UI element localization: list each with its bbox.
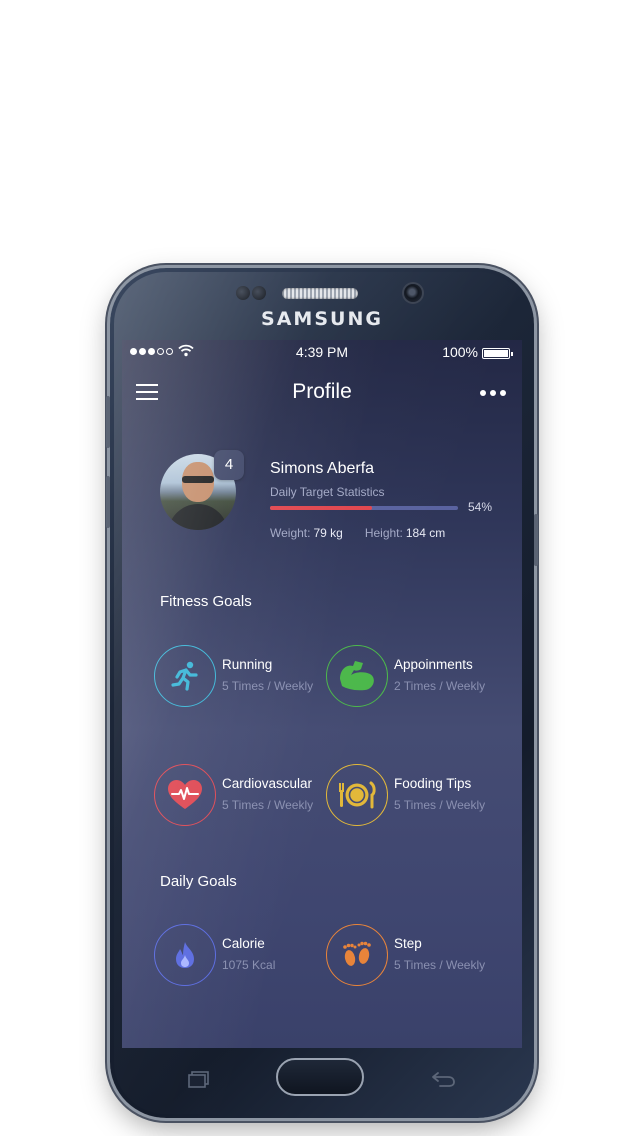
goal-calorie[interactable]: Calorie 1075 Kcal [154, 924, 326, 988]
goal-title: Fooding Tips [394, 776, 472, 791]
profile-card: 4 Simons Aberfa Daily Target Statistics … [122, 424, 522, 564]
home-button[interactable] [276, 1058, 364, 1096]
goal-subtitle: 2 Times / Weekly [394, 679, 486, 693]
light-sensor [252, 286, 266, 300]
goal-fooding-tips[interactable]: Fooding Tips 5 Times / Weekly [326, 764, 498, 828]
volume-up-button [106, 396, 110, 448]
goal-title: Appoinments [394, 657, 473, 672]
goal-subtitle: 5 Times / Weekly [394, 958, 486, 972]
brand-logo: SAMSUNG [261, 308, 383, 330]
battery-icon [482, 348, 513, 359]
goal-cardiovascular[interactable]: Cardiovascular 5 Times / Weekly [154, 764, 326, 828]
height-label: Height: [364, 526, 403, 540]
target-label: Daily Target Statistics [270, 485, 385, 499]
target-progress-percent: 54% [468, 500, 493, 514]
body-stats: Weight: 79 kg Height: 184 cm [270, 526, 445, 540]
target-progress-fill [270, 506, 372, 510]
goal-subtitle: 5 Times / Weekly [222, 679, 314, 693]
goal-subtitle: 5 Times / Weekly [394, 798, 486, 812]
footprints-icon [326, 924, 388, 986]
target-progress-bar [270, 506, 458, 510]
goal-title: Step [394, 936, 422, 951]
weight-value: 79 kg [313, 526, 343, 540]
user-name: Simons Aberfa [270, 460, 375, 477]
power-button [534, 514, 538, 566]
battery-percent: 100% [442, 344, 478, 360]
weight-label: Weight: [270, 526, 311, 540]
goal-appoinments[interactable]: Appoinments 2 Times / Weekly [326, 645, 498, 709]
goal-subtitle: 5 Times / Weekly [222, 798, 314, 812]
goal-running[interactable]: Running 5 Times / Weekly [154, 645, 326, 709]
front-camera [404, 284, 422, 302]
earpiece-speaker [282, 288, 358, 299]
fitness-goals-title: Fitness Goals [160, 593, 252, 610]
goal-title: Running [222, 657, 273, 672]
goal-step[interactable]: Step 5 Times / Weekly [326, 924, 498, 988]
volume-down-button [106, 476, 110, 528]
goal-subtitle: 1075 Kcal [222, 958, 276, 972]
muscle-arm-icon [326, 645, 388, 707]
goal-title: Cardiovascular [222, 776, 313, 791]
back-icon[interactable] [430, 1070, 456, 1088]
daily-goals-title: Daily Goals [160, 873, 237, 890]
height-value: 184 cm [405, 526, 446, 540]
goal-title: Calorie [222, 936, 265, 951]
running-icon [154, 645, 216, 707]
flame-icon [154, 924, 216, 986]
heartbeat-icon [154, 764, 216, 826]
screen: 4:39 PM 100% Profile 4 Simons Aberfa Dai… [122, 340, 522, 1048]
nav-bar: Profile [122, 364, 522, 424]
phone-frame: SAMSUNG 4:39 PM 100% Profile 4 Simons Ab… [106, 268, 538, 1118]
more-options-icon[interactable] [480, 390, 506, 396]
proximity-sensor [236, 286, 250, 300]
page-title: Profile [292, 380, 352, 403]
stage: SAMSUNG 4:39 PM 100% Profile 4 Simons Ab… [0, 0, 640, 1136]
status-bar: 4:39 PM 100% [122, 340, 522, 364]
plate-cutlery-icon [326, 764, 388, 826]
recent-apps-icon[interactable] [186, 1070, 212, 1088]
level-badge: 4 [214, 450, 244, 480]
